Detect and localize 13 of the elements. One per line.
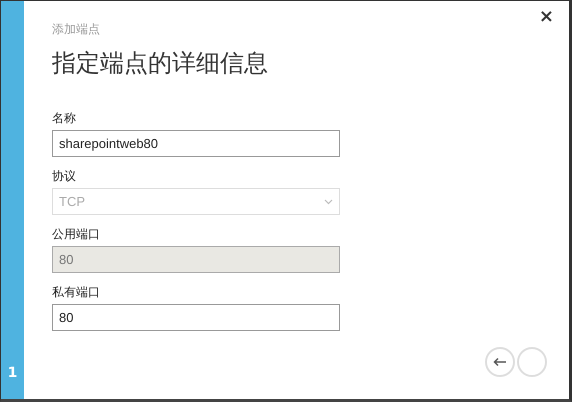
step-number: 1 xyxy=(8,365,18,381)
back-button[interactable] xyxy=(485,347,515,377)
chevron-down-icon xyxy=(324,198,333,204)
field-label: 名称 xyxy=(52,111,76,125)
field-label: 协议 xyxy=(52,169,76,183)
wizard-title: 指定端点的详细信息 xyxy=(52,48,268,79)
close-button[interactable]: × xyxy=(536,6,557,27)
back-arrow-icon xyxy=(493,357,507,367)
input-field[interactable]: sharepointweb80 xyxy=(52,130,340,157)
field-label: 私有端口 xyxy=(52,285,100,299)
field-label: 公用端口 xyxy=(52,227,100,241)
input-field[interactable]: 80 xyxy=(52,304,340,331)
wizard-subtitle: 添加端点 xyxy=(52,21,100,38)
